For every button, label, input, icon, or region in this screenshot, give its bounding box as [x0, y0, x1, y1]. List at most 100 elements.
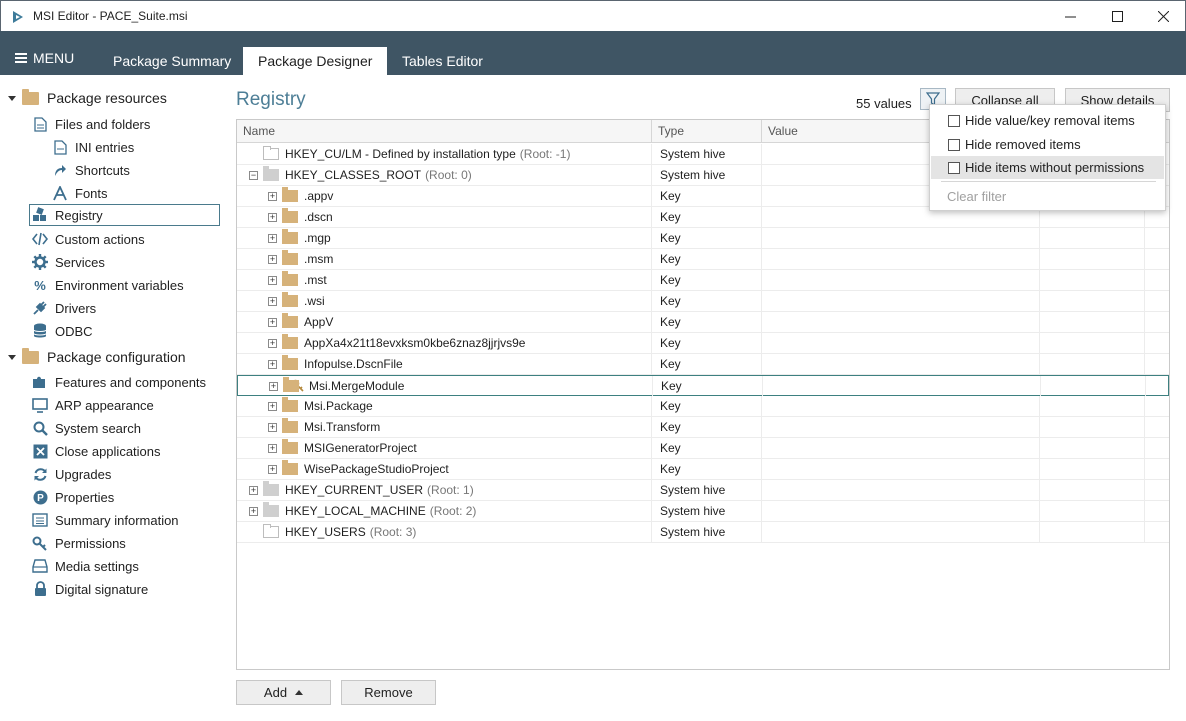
close-icon — [1157, 10, 1169, 22]
maximize-button[interactable] — [1094, 1, 1140, 31]
plug-icon — [32, 300, 48, 316]
close-window-button[interactable] — [1140, 1, 1186, 31]
cell-extra — [1040, 270, 1145, 290]
expand-icon[interactable]: + — [269, 381, 278, 391]
title-bar: MSI Editor - PACE_Suite.msi — [0, 0, 1186, 31]
cell-extra — [1040, 291, 1145, 311]
sidebar-item-permissions[interactable]: Permissions — [32, 532, 126, 554]
package-configuration-header[interactable]: Package configuration — [8, 347, 186, 365]
cell-value — [762, 396, 1040, 416]
table-row[interactable]: + Msi.Transform Key — [237, 417, 1169, 438]
registry-key-name: HKEY_CU/LM - Defined by installation typ… — [285, 147, 516, 161]
expand-icon[interactable]: + — [268, 317, 277, 327]
sidebar-item-shortcuts[interactable]: Shortcuts — [52, 159, 130, 181]
expand-icon[interactable]: + — [268, 443, 277, 453]
sidebar-item-media-settings[interactable]: Media settings — [32, 555, 139, 577]
folder-icon — [282, 271, 298, 286]
filter-option-hide-removal-items[interactable]: Hide value/key removal items — [931, 109, 1164, 132]
sidebar-item-properties[interactable]: P Properties — [32, 486, 114, 508]
expand-icon[interactable]: + — [268, 191, 277, 201]
cell-type: Key — [652, 270, 762, 290]
sidebar-item-drivers[interactable]: Drivers — [32, 297, 96, 319]
sidebar-item-label: ARP appearance — [55, 397, 154, 413]
add-button[interactable]: Add — [236, 680, 331, 705]
cell-name: + .appv — [237, 186, 652, 206]
table-row[interactable]: + .mst Key — [237, 270, 1169, 291]
root-hint: (Root: 1) — [427, 483, 474, 497]
tab-package-summary[interactable]: Package Summary — [98, 47, 246, 75]
expand-icon[interactable]: + — [249, 485, 258, 495]
sidebar-item-ini-entries[interactable]: INI entries — [52, 136, 134, 158]
collapse-icon[interactable]: − — [249, 170, 258, 180]
cell-extra — [1040, 438, 1145, 458]
table-row[interactable]: + .mgp Key — [237, 228, 1169, 249]
table-row[interactable]: + Infopulse.DscnFile Key — [237, 354, 1169, 375]
table-row[interactable]: + HKEY_LOCAL_MACHINE (Root: 2) System hive — [237, 501, 1169, 522]
sidebar-item-system-search[interactable]: System search — [32, 417, 141, 439]
cell-name: HKEY_USERS (Root: 3) — [237, 522, 652, 542]
minimize-button[interactable] — [1047, 1, 1093, 31]
expand-icon[interactable]: + — [268, 275, 277, 285]
table-row[interactable]: + Msi.MergeModule Key — [237, 375, 1169, 396]
sidebar-item-custom-actions[interactable]: Custom actions — [32, 228, 145, 250]
package-resources-header[interactable]: Package resources — [8, 88, 167, 106]
tab-tables-editor[interactable]: Tables Editor — [387, 47, 498, 75]
sidebar-item-label: Shortcuts — [75, 162, 130, 178]
sidebar-item-upgrades[interactable]: Upgrades — [32, 463, 111, 485]
table-row[interactable]: + .msm Key — [237, 249, 1169, 270]
cell-name: + .msm — [237, 249, 652, 269]
registry-key-name: Msi.MergeModule — [309, 379, 405, 393]
folder-icon — [263, 146, 279, 160]
sidebar-item-odbc[interactable]: ODBC — [32, 320, 93, 342]
sidebar-item-services[interactable]: Services — [32, 251, 105, 273]
table-row[interactable]: + HKEY_CURRENT_USER (Root: 1) System hive — [237, 480, 1169, 501]
table-row[interactable]: + .wsi Key — [237, 291, 1169, 312]
caret-up-icon — [295, 690, 304, 695]
sidebar-item-label: Digital signature — [55, 581, 149, 597]
expand-icon[interactable]: + — [268, 254, 277, 264]
table-row[interactable]: + Msi.Package Key — [237, 396, 1169, 417]
cell-name: + Msi.MergeModule — [238, 376, 653, 396]
sidebar-item-registry[interactable]: Registry — [29, 204, 220, 226]
expand-icon[interactable]: + — [268, 422, 277, 432]
expand-icon[interactable]: + — [268, 233, 277, 243]
expand-icon[interactable]: + — [268, 464, 277, 474]
sidebar-item-files-and-folders[interactable]: Files and folders — [32, 113, 150, 135]
menu-button[interactable]: MENU — [15, 50, 74, 66]
tab-package-designer[interactable]: Package Designer — [243, 47, 388, 75]
cell-value — [762, 333, 1040, 353]
cell-value — [763, 376, 1041, 396]
expand-icon[interactable]: + — [268, 359, 277, 369]
caret-down-icon — [8, 95, 16, 101]
registry-key-name: HKEY_LOCAL_MACHINE — [285, 504, 426, 518]
sidebar-item-digital-signature[interactable]: Digital signature — [32, 578, 148, 600]
folder-icon — [282, 229, 298, 244]
expand-icon[interactable]: + — [268, 401, 277, 411]
table-row[interactable]: HKEY_USERS (Root: 3) System hive — [237, 522, 1169, 543]
cell-value — [762, 291, 1040, 311]
sidebar-item-fonts[interactable]: Fonts — [52, 182, 108, 204]
filter-option-hide-removed-items[interactable]: Hide removed items — [931, 133, 1164, 156]
sidebar-item-summary-information[interactable]: Summary information — [32, 509, 179, 531]
expand-icon[interactable]: + — [268, 296, 277, 306]
cell-extra — [1040, 249, 1145, 269]
folder-icon — [282, 187, 298, 202]
expand-icon[interactable]: + — [268, 338, 277, 348]
table-row[interactable]: + AppV Key — [237, 312, 1169, 333]
table-row[interactable]: + AppXa4x21t18evxksm0kbe6znaz8jjrjvs9e Key — [237, 333, 1169, 354]
column-header-name[interactable]: Name — [237, 120, 652, 142]
expand-icon[interactable]: + — [249, 506, 258, 516]
sidebar-item-arp-appearance[interactable]: ARP appearance — [32, 394, 154, 416]
clear-filter-item[interactable]: Clear filter — [947, 189, 1006, 204]
sidebar-item-features-and-components[interactable]: Features and components — [32, 371, 206, 393]
table-row[interactable]: + MSIGeneratorProject Key — [237, 438, 1169, 459]
cell-extra — [1040, 417, 1145, 437]
expand-icon[interactable]: + — [268, 212, 277, 222]
remove-button[interactable]: Remove — [341, 680, 436, 705]
filter-option-hide-without-permissions[interactable]: Hide items without permissions — [931, 156, 1164, 179]
sidebar-item-close-applications[interactable]: Close applications — [32, 440, 161, 462]
registry-key-name: .wsi — [304, 294, 325, 308]
column-header-type[interactable]: Type — [652, 120, 762, 142]
table-row[interactable]: + WisePackageStudioProject Key — [237, 459, 1169, 480]
sidebar-item-environment-variables[interactable]: % Environment variables — [32, 274, 183, 296]
